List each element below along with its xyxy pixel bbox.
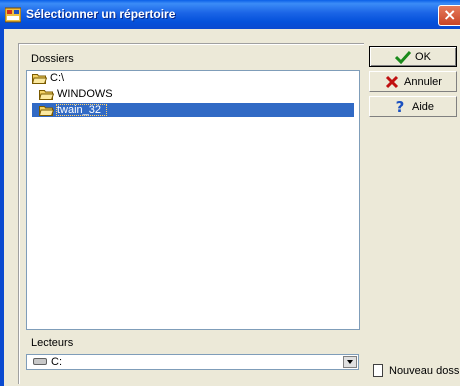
cancel-button[interactable]: Annuler — [369, 71, 457, 92]
red-x-icon — [384, 75, 400, 89]
folder-item-label: twain_32 — [57, 104, 102, 116]
help-button-label: Aide — [411, 100, 435, 113]
folder-open-icon — [39, 89, 54, 100]
folder-item-twain32[interactable]: twain_32 — [39, 103, 101, 117]
folder-item-windows[interactable]: WINDOWS — [39, 87, 113, 101]
help-button[interactable]: ? Aide — [369, 96, 457, 117]
checkmark-icon — [395, 50, 412, 64]
title-bar[interactable]: Sélectionner un répertoire × — [0, 0, 460, 29]
drive-select[interactable]: C: — [26, 354, 359, 370]
dialog-window: Sélectionner un répertoire × Dossiers C:… — [0, 0, 460, 386]
window-title: Sélectionner un répertoire — [26, 7, 176, 21]
new-folder-button[interactable]: Nouveau dossi — [369, 360, 460, 381]
window-frame — [0, 29, 4, 386]
close-icon: × — [443, 5, 457, 24]
ok-button[interactable]: OK — [369, 46, 457, 67]
drives-label: Lecteurs — [31, 337, 74, 349]
folder-open-icon — [39, 105, 54, 116]
folder-item-label: WINDOWS — [57, 88, 113, 100]
app-icon — [5, 7, 21, 23]
new-document-icon — [373, 364, 383, 377]
drive-icon — [33, 358, 47, 365]
ok-button-label: OK — [415, 50, 431, 63]
drive-select-value: C: — [51, 356, 62, 368]
close-button[interactable]: × — [438, 5, 460, 26]
question-mark-icon: ? — [395, 97, 405, 116]
folder-open-icon — [32, 73, 47, 84]
chevron-down-icon[interactable] — [343, 356, 357, 368]
folders-label: Dossiers — [31, 53, 74, 65]
cancel-button-label: Annuler — [404, 75, 442, 88]
folder-item-root[interactable]: C:\ — [32, 71, 64, 85]
folder-item-label: C:\ — [50, 72, 65, 84]
new-folder-label: Nouveau dossi — [389, 364, 460, 377]
